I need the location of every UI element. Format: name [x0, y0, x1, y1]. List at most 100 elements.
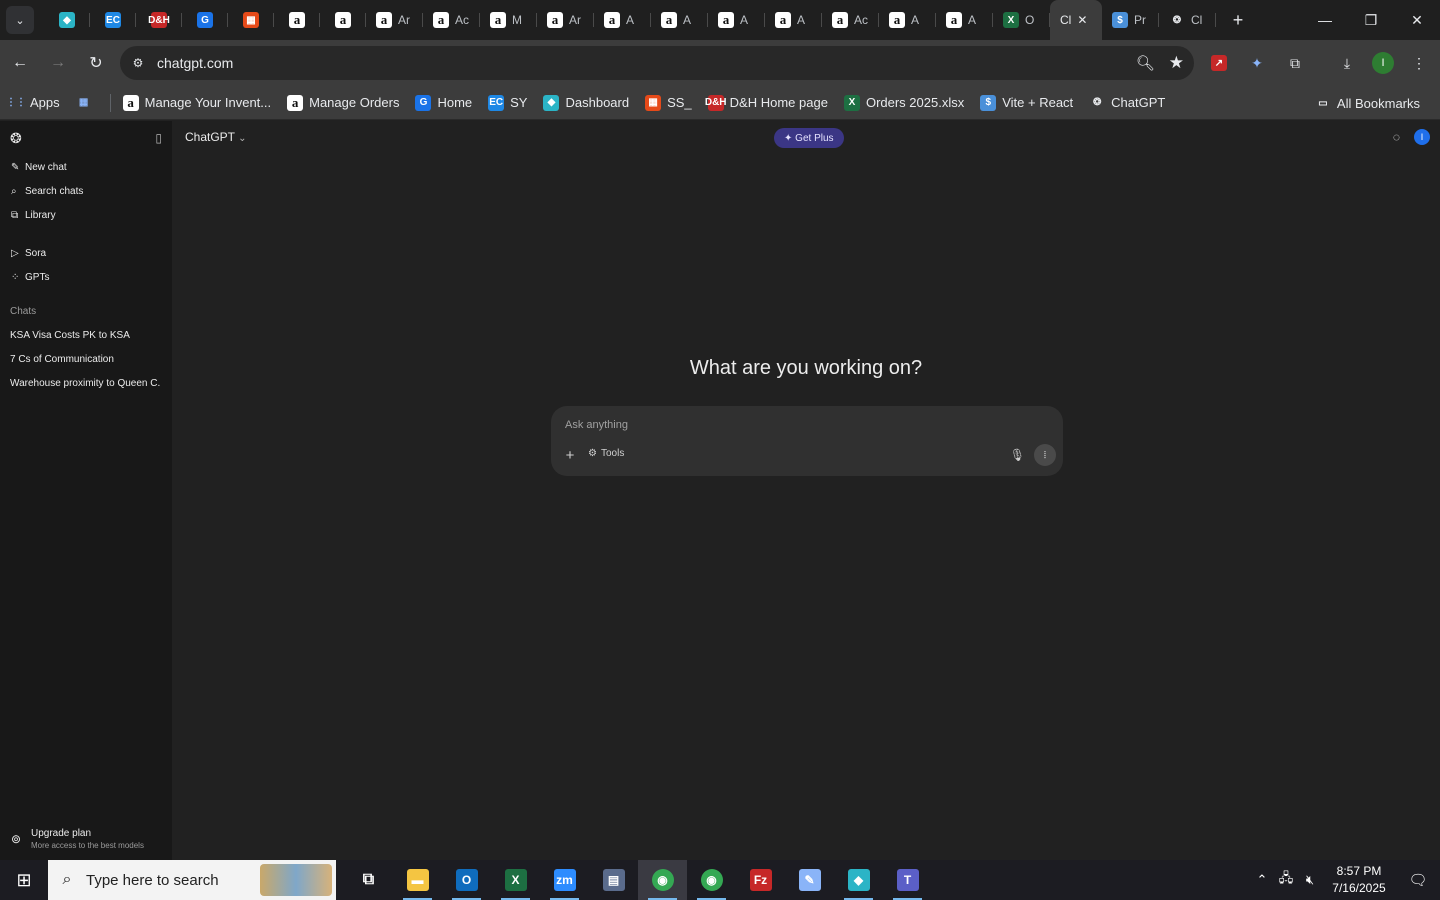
address-bar[interactable]: ⚙ chatgpt.com 🔍︎ ★ [120, 46, 1194, 80]
browser-tab[interactable]: ❂ Cl [1159, 0, 1216, 40]
bookmark-item[interactable]: a Manage Orders [279, 90, 407, 116]
taskbar-app-task-view[interactable]: ⧉ [344, 860, 393, 900]
sidebar-item-new-chat[interactable]: ✎ New chat [0, 155, 172, 179]
browser-tab[interactable]: EC [90, 0, 136, 40]
minimize-button[interactable]: — [1302, 0, 1348, 40]
browser-tab[interactable]: $ Pr [1102, 0, 1159, 40]
sidebar-item-search-chats[interactable]: ⌕ Search chats [0, 179, 172, 203]
get-plus-button[interactable]: ✦ Get Plus [774, 128, 844, 148]
taskbar-app-teams[interactable]: T [883, 860, 932, 900]
search-icon: ⌕ [11, 185, 17, 197]
network-icon[interactable]: 🖧︎ [1274, 869, 1298, 891]
chevron-up-icon[interactable]: ⌃ [1250, 872, 1274, 888]
taskbar-app-chrome-profile[interactable]: ◉ [687, 860, 736, 900]
browser-tab[interactable]: a Ar [366, 0, 423, 40]
bookmark-item[interactable]: EC SY [480, 90, 535, 116]
new-tab-button[interactable]: + [1224, 6, 1252, 34]
url-text[interactable]: chatgpt.com [157, 55, 233, 71]
bookmark-item[interactable]: $ Vite + React [972, 90, 1081, 116]
taskbar-search[interactable]: ⌕ Type here to search [48, 860, 336, 900]
taskbar-app-outlook[interactable]: O [442, 860, 491, 900]
browser-tab[interactable]: a Ac [423, 0, 480, 40]
zoom-icon[interactable]: 🔍︎ [1136, 54, 1155, 72]
chat-history-item[interactable]: 7 Cs of Communication [0, 347, 160, 371]
browser-tab[interactable]: aA [936, 0, 993, 40]
amazon-icon: a [490, 12, 506, 28]
bookmark-item[interactable]: ▦ SS_ [637, 90, 700, 116]
browser-tab[interactable]: D&H [136, 0, 182, 40]
close-window-button[interactable]: ✕ [1394, 0, 1440, 40]
downloads-icon[interactable]: ⤓ [1334, 50, 1360, 76]
chat-history-item[interactable]: Warehouse proximity to Queen C... [0, 371, 160, 395]
browser-tab[interactable]: a [320, 0, 366, 40]
bookmark-star-icon[interactable]: ★ [1169, 53, 1184, 73]
taskbar-app-calculator[interactable]: ▤ [589, 860, 638, 900]
reload-button[interactable]: ↻ [78, 45, 114, 81]
bookmark-item[interactable]: ◆ Dashboard [535, 90, 637, 116]
tab-title: Pr [1134, 13, 1146, 27]
bookmark-item[interactable]: D&H D&H Home page [700, 90, 836, 116]
bookmark-item[interactable]: G Home [407, 90, 480, 116]
taskbar-app-zoom[interactable]: zm [540, 860, 589, 900]
microphone-icon[interactable]: 🎙︎ [1010, 448, 1025, 462]
prompt-input[interactable] [565, 419, 985, 431]
bookmark-item[interactable]: ⋮⋮ Apps [0, 90, 68, 116]
user-avatar[interactable]: I [1414, 129, 1430, 145]
browser-tab[interactable]: aM [480, 0, 537, 40]
browser-tab[interactable]: a Ac [822, 0, 879, 40]
clock[interactable]: 8:57 PM 7/16/2025 [1322, 863, 1396, 897]
browser-tab[interactable]: aA [879, 0, 936, 40]
extensions-puzzle-icon[interactable]: ⧉ [1282, 50, 1308, 76]
restore-button[interactable]: ❐ [1348, 0, 1394, 40]
close-tab-icon[interactable]: ✕ [1077, 13, 1087, 27]
browser-tab[interactable]: aA [651, 0, 708, 40]
browser-tab[interactable]: aA [765, 0, 822, 40]
chat-history-item[interactable]: KSA Visa Costs PK to KSA [0, 323, 160, 347]
extension-dropbox-icon[interactable]: ✦ [1244, 50, 1270, 76]
taskbar-app-diamond-app[interactable]: ◆ [834, 860, 883, 900]
tools-button[interactable]: ⚙ Tools [588, 448, 624, 459]
browser-tab[interactable]: a Ar [537, 0, 594, 40]
browser-tab[interactable]: aA [594, 0, 651, 40]
taskbar-app-file-explorer[interactable]: ▬ [393, 860, 442, 900]
browser-tab[interactable]: ◆ [44, 0, 90, 40]
tab-search-button[interactable]: ⌄ [6, 6, 34, 34]
bookmark-item[interactable]: X Orders 2025.xlsx [836, 90, 972, 116]
plus-icon: + [1232, 9, 1244, 30]
notifications-icon[interactable]: 🗨︎ [1396, 871, 1440, 889]
taskbar-app-filezilla[interactable]: Fz [736, 860, 785, 900]
site-info-icon[interactable]: ⚙ [128, 56, 148, 70]
bookmark-item[interactable]: ❂ ChatGPT [1081, 90, 1173, 116]
taskbar-app-excel[interactable]: X [491, 860, 540, 900]
bookmark-item[interactable]: a Manage Your Invent... [115, 90, 279, 116]
forward-button[interactable]: → [40, 45, 76, 81]
sidebar-item-sora[interactable]: ▷ Sora [0, 241, 172, 265]
model-selector[interactable]: ChatGPT ⌄ [185, 130, 247, 144]
browser-tab[interactable]: ▦ [228, 0, 274, 40]
profile-avatar[interactable]: I [1372, 52, 1394, 74]
sidebar-item-label: Library [25, 209, 56, 221]
bookmark-item[interactable]: ▦ [68, 90, 106, 116]
close-sidebar-icon[interactable]: ▯ [155, 131, 162, 145]
browser-tab[interactable]: a [274, 0, 320, 40]
menu-kebab-icon[interactable]: ⋮ [1406, 50, 1432, 76]
taskbar-app-notepad[interactable]: ✎ [785, 860, 834, 900]
temporary-chat-icon[interactable]: ◌ [1393, 130, 1400, 144]
browser-tab[interactable]: aA [708, 0, 765, 40]
sidebar-item-gpts[interactable]: ⁘ GPTs [0, 265, 172, 289]
browser-tab[interactable]: XO [993, 0, 1050, 40]
taskbar-app-chrome[interactable]: ◉ [638, 860, 687, 900]
all-bookmarks-button[interactable]: ▭ All Bookmarks [1307, 90, 1428, 116]
extension-pdf-icon[interactable]: ↗ [1206, 50, 1232, 76]
browser-tab-active[interactable]: Cl ✕ [1050, 0, 1102, 40]
upgrade-plan-button[interactable]: ⊚ Upgrade plan More access to the best m… [0, 824, 172, 854]
back-button[interactable]: ← [2, 45, 38, 81]
volume-muted-icon[interactable]: 🔇︎ [1298, 872, 1322, 888]
openai-logo-icon[interactable]: ❂ [10, 130, 22, 147]
start-button[interactable]: ⊞ [0, 860, 48, 900]
voice-mode-button[interactable]: ⦙ [1034, 444, 1056, 466]
browser-tab[interactable]: G [182, 0, 228, 40]
add-attachment-button[interactable]: + [561, 446, 579, 464]
all-bookmarks-label: All Bookmarks [1336, 95, 1420, 111]
sidebar-item-library[interactable]: ⧉ Library [0, 203, 172, 227]
